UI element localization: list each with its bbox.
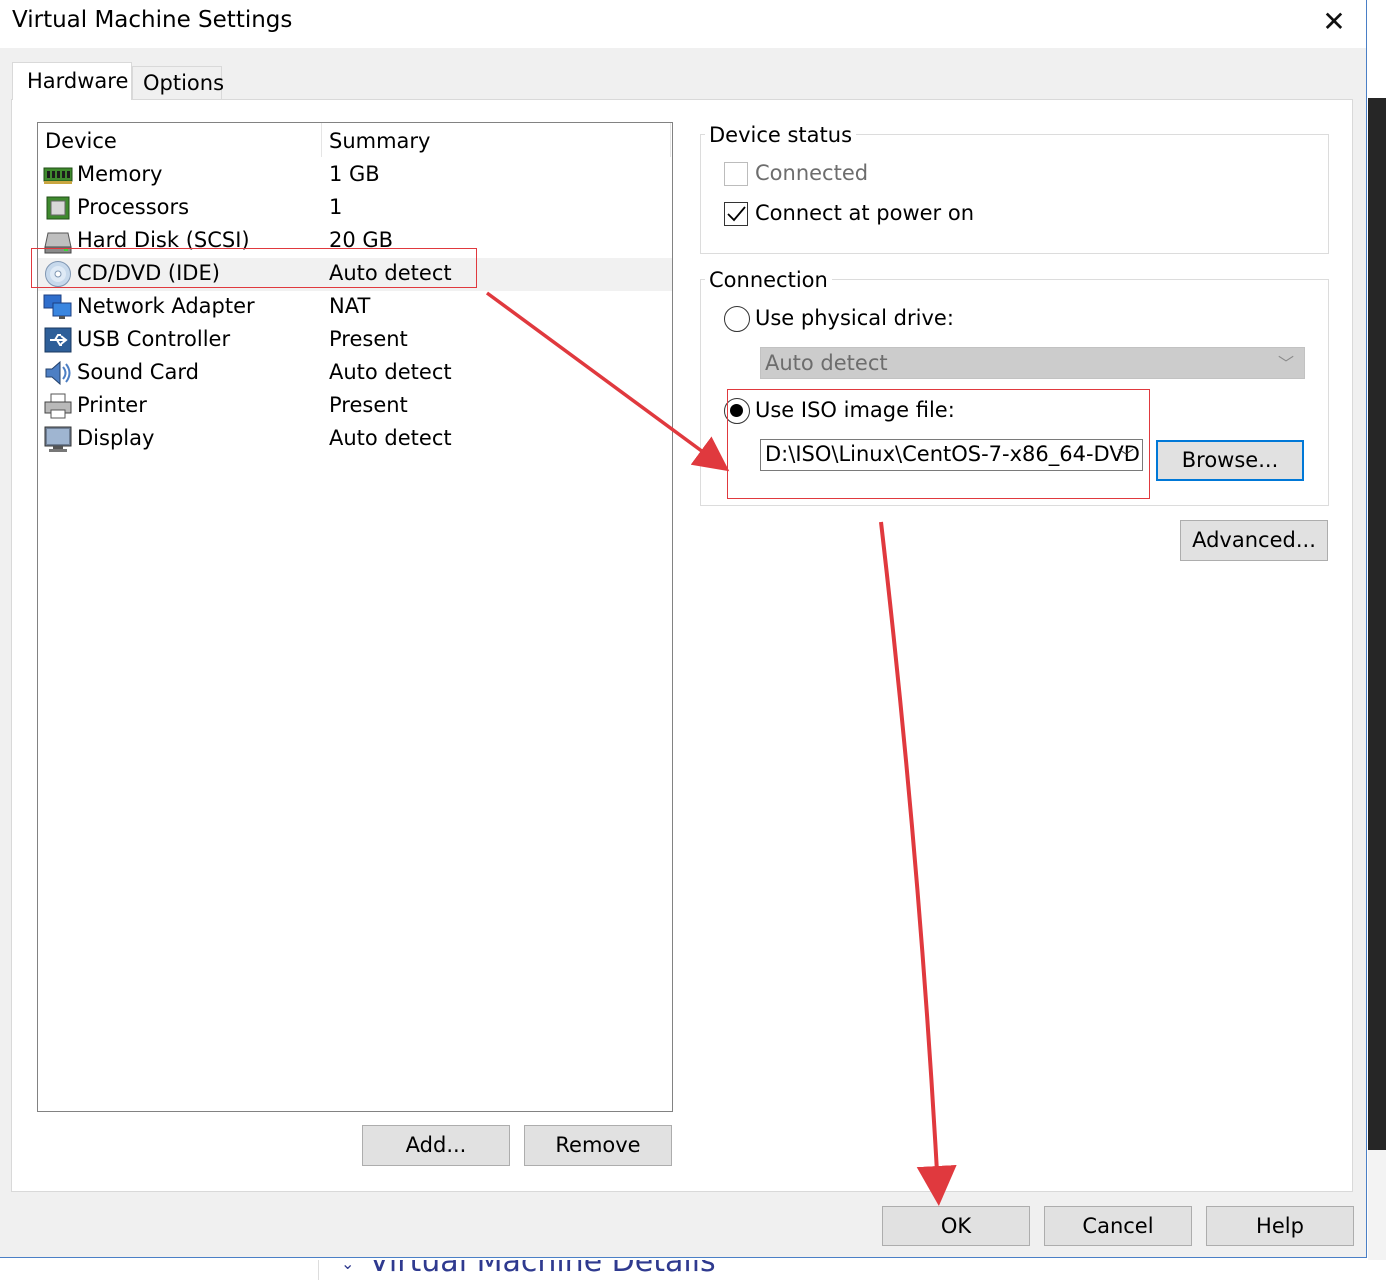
device-row-usb-controller[interactable]: USB Controller Present	[38, 324, 672, 357]
device-summary: NAT	[329, 294, 371, 318]
background-window-edge	[1368, 98, 1386, 1150]
cancel-button[interactable]: Cancel	[1044, 1206, 1192, 1246]
device-name: Sound Card	[77, 360, 199, 384]
column-divider	[670, 123, 671, 157]
device-summary: 20 GB	[329, 228, 394, 252]
background-details-link[interactable]: Virtual Machine Details	[369, 1260, 716, 1279]
checkmark-icon	[727, 206, 746, 222]
window-title: Virtual Machine Settings	[12, 7, 293, 33]
background-window: ⌄ Virtual Machine Details	[318, 1260, 1386, 1280]
device-name: USB Controller	[77, 327, 231, 351]
chevron-down-icon[interactable]: ﹀	[1118, 443, 1134, 467]
column-header-device[interactable]: Device	[45, 129, 117, 153]
device-summary: 1 GB	[329, 162, 380, 186]
device-summary: Present	[329, 327, 408, 351]
cd-dvd-icon	[45, 261, 71, 287]
device-name: Printer	[77, 393, 147, 417]
connect-at-power-on-label: Connect at power on	[755, 201, 975, 225]
device-name: CD/DVD (IDE)	[77, 261, 220, 285]
remove-device-button[interactable]: Remove	[524, 1125, 672, 1166]
device-summary: Auto detect	[329, 426, 452, 450]
device-status-title: Device status	[705, 123, 857, 147]
device-name: Display	[77, 426, 155, 450]
help-button[interactable]: Help	[1206, 1206, 1354, 1246]
physical-drive-value: Auto detect	[765, 351, 888, 375]
device-row-network-adapter[interactable]: Network Adapter NAT	[38, 291, 672, 324]
network-adapter-icon	[43, 294, 72, 319]
device-row-display[interactable]: Display Auto detect	[38, 423, 672, 456]
device-row-memory[interactable]: Memory 1 GB	[38, 159, 672, 192]
device-summary: Present	[329, 393, 408, 417]
browse-button[interactable]: Browse...	[1156, 440, 1304, 481]
device-summary: Auto detect	[329, 261, 452, 285]
device-list[interactable]: Device Summary Memory 1 GB Processors 1 …	[37, 122, 673, 1112]
device-row-cd-dvd[interactable]: CD/DVD (IDE) Auto detect	[38, 258, 672, 291]
close-button[interactable]: ✕	[1312, 2, 1356, 42]
connected-label: Connected	[755, 161, 869, 185]
sound-card-icon	[45, 360, 71, 386]
use-iso-image-radio[interactable]	[724, 398, 750, 424]
chevron-down-icon: ⌄	[341, 1260, 355, 1273]
usb-controller-icon	[44, 327, 72, 353]
hard-disk-icon	[44, 232, 72, 254]
iso-path-combobox[interactable]: D:\ISO\Linux\CentOS-7-x86_64-DVD ﹀	[760, 439, 1143, 471]
title-bar: Virtual Machine Settings ✕	[0, 0, 1366, 48]
iso-path-value: D:\ISO\Linux\CentOS-7-x86_64-DVD	[765, 442, 1140, 466]
column-header-summary[interactable]: Summary	[329, 129, 430, 153]
device-name: Memory	[77, 162, 163, 186]
add-device-button[interactable]: Add...	[362, 1125, 510, 1166]
printer-icon	[44, 393, 72, 419]
processor-icon	[46, 196, 70, 220]
column-divider	[321, 123, 322, 157]
display-icon	[44, 426, 72, 452]
device-name: Network Adapter	[77, 294, 255, 318]
device-status-group	[700, 134, 1329, 254]
memory-icon	[43, 167, 73, 184]
tab-hardware[interactable]: Hardware	[12, 62, 132, 100]
device-name: Hard Disk (SCSI)	[77, 228, 250, 252]
device-row-processors[interactable]: Processors 1	[38, 192, 672, 225]
connect-at-power-on-checkbox[interactable]	[724, 202, 748, 226]
use-physical-drive-radio[interactable]	[724, 306, 750, 332]
device-summary: 1	[329, 195, 343, 219]
use-iso-image-label: Use ISO image file:	[755, 398, 955, 422]
advanced-button[interactable]: Advanced...	[1180, 520, 1328, 561]
physical-drive-select[interactable]: Auto detect ﹀	[760, 347, 1305, 379]
device-row-printer[interactable]: Printer Present	[38, 390, 672, 423]
use-physical-drive-label: Use physical drive:	[755, 306, 954, 330]
connected-checkbox[interactable]	[724, 162, 748, 186]
device-name: Processors	[77, 195, 190, 219]
tab-options[interactable]: Options	[132, 66, 224, 100]
ok-button[interactable]: OK	[882, 1206, 1030, 1246]
chevron-down-icon: ﹀	[1277, 354, 1294, 373]
connection-title: Connection	[705, 268, 832, 292]
device-row-hard-disk[interactable]: Hard Disk (SCSI) 20 GB	[38, 225, 672, 258]
device-row-sound-card[interactable]: Sound Card Auto detect	[38, 357, 672, 390]
device-summary: Auto detect	[329, 360, 452, 384]
